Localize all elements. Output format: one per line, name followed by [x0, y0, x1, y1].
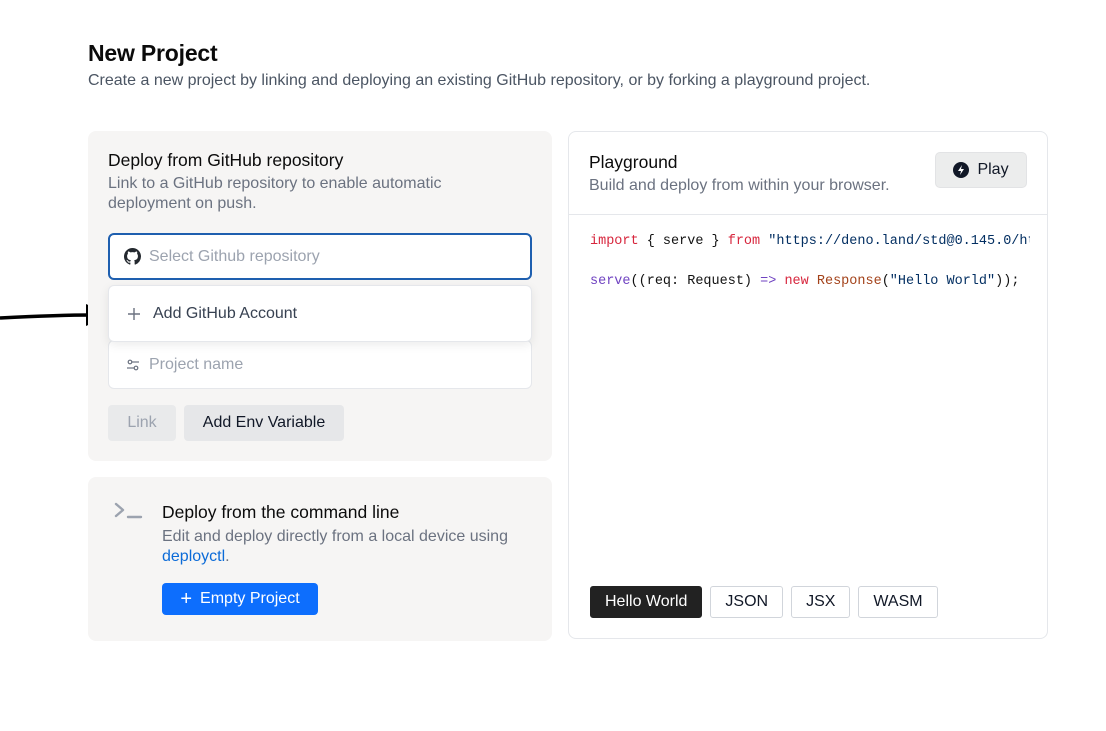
github-deploy-card: Deploy from GitHub repository Link to a … — [88, 131, 552, 461]
template-tab-jsx[interactable]: JSX — [791, 586, 851, 618]
code-line-1: import { serve } from "https://deno.land… — [590, 232, 1030, 252]
code-token: new — [784, 274, 809, 289]
settings-sliders-icon — [127, 359, 139, 370]
playground-divider — [569, 214, 1047, 215]
play-button[interactable]: Play — [935, 152, 1027, 188]
code-token: "Hello World" — [889, 274, 996, 289]
empty-project-label: Empty Project — [200, 590, 300, 607]
code-editor[interactable]: import { serve } from "https://deno.land… — [590, 232, 1030, 292]
cli-description-suffix: . — [225, 548, 230, 565]
code-token: "https://deno.land/std@0.145.0/http/serv… — [768, 234, 1030, 249]
add-github-account-option[interactable]: Add GitHub Account — [108, 285, 532, 342]
template-tab-json[interactable]: JSON — [710, 586, 784, 618]
code-token: { serve } — [638, 234, 728, 249]
playground-description: Build and deploy from within your browse… — [589, 177, 890, 194]
code-token: Response — [816, 274, 882, 289]
repository-select[interactable]: Select Github repository — [108, 233, 532, 280]
code-token: => — [760, 274, 777, 289]
empty-project-button[interactable]: + Empty Project — [162, 583, 318, 615]
add-env-variable-button[interactable]: Add Env Variable — [184, 405, 344, 441]
cli-description-text: Edit and deploy directly from a local de… — [162, 528, 508, 545]
add-github-account-label: Add GitHub Account — [153, 304, 298, 322]
github-icon — [124, 248, 141, 265]
code-line-blank: ​ — [590, 252, 1030, 272]
template-tabs: Hello World JSON JSX WASM — [590, 586, 938, 618]
code-token: from — [727, 234, 761, 249]
plus-icon: + — [180, 588, 193, 610]
github-card-description: Link to a GitHub repository to enable au… — [108, 175, 442, 212]
deployctl-link[interactable]: deployctl — [162, 548, 225, 565]
template-tab-hello-world[interactable]: Hello World — [590, 586, 703, 618]
repository-select-placeholder: Select Github repository — [149, 247, 320, 265]
bolt-icon — [953, 162, 970, 178]
code-line-2: serve((req: Request) => new Response("He… — [590, 272, 1030, 292]
page-subtitle: Create a new project by linking and depl… — [88, 72, 871, 89]
project-name-input[interactable]: Project name — [108, 340, 532, 389]
project-name-placeholder: Project name — [149, 355, 244, 373]
terminal-icon — [114, 502, 143, 519]
playground-card: Playground Build and deploy from within … — [568, 131, 1048, 639]
code-token: ((req: Request) — [630, 274, 761, 289]
link-button[interactable]: Link — [108, 405, 176, 441]
code-token: serve — [590, 274, 631, 289]
play-button-label: Play — [977, 161, 1009, 178]
plus-icon — [128, 307, 140, 320]
code-token: import — [590, 234, 639, 249]
cli-card-title: Deploy from the command line — [162, 502, 400, 522]
playground-title: Playground — [589, 152, 678, 172]
github-card-title: Deploy from GitHub repository — [108, 150, 344, 170]
code-token: )); — [995, 274, 1020, 289]
cli-deploy-card: Deploy from the command line Edit and de… — [88, 477, 552, 641]
template-tab-wasm[interactable]: WASM — [858, 586, 938, 618]
page-title: New Project — [88, 40, 218, 66]
cli-card-description: Edit and deploy directly from a local de… — [162, 527, 532, 567]
code-token: ( — [881, 274, 890, 289]
